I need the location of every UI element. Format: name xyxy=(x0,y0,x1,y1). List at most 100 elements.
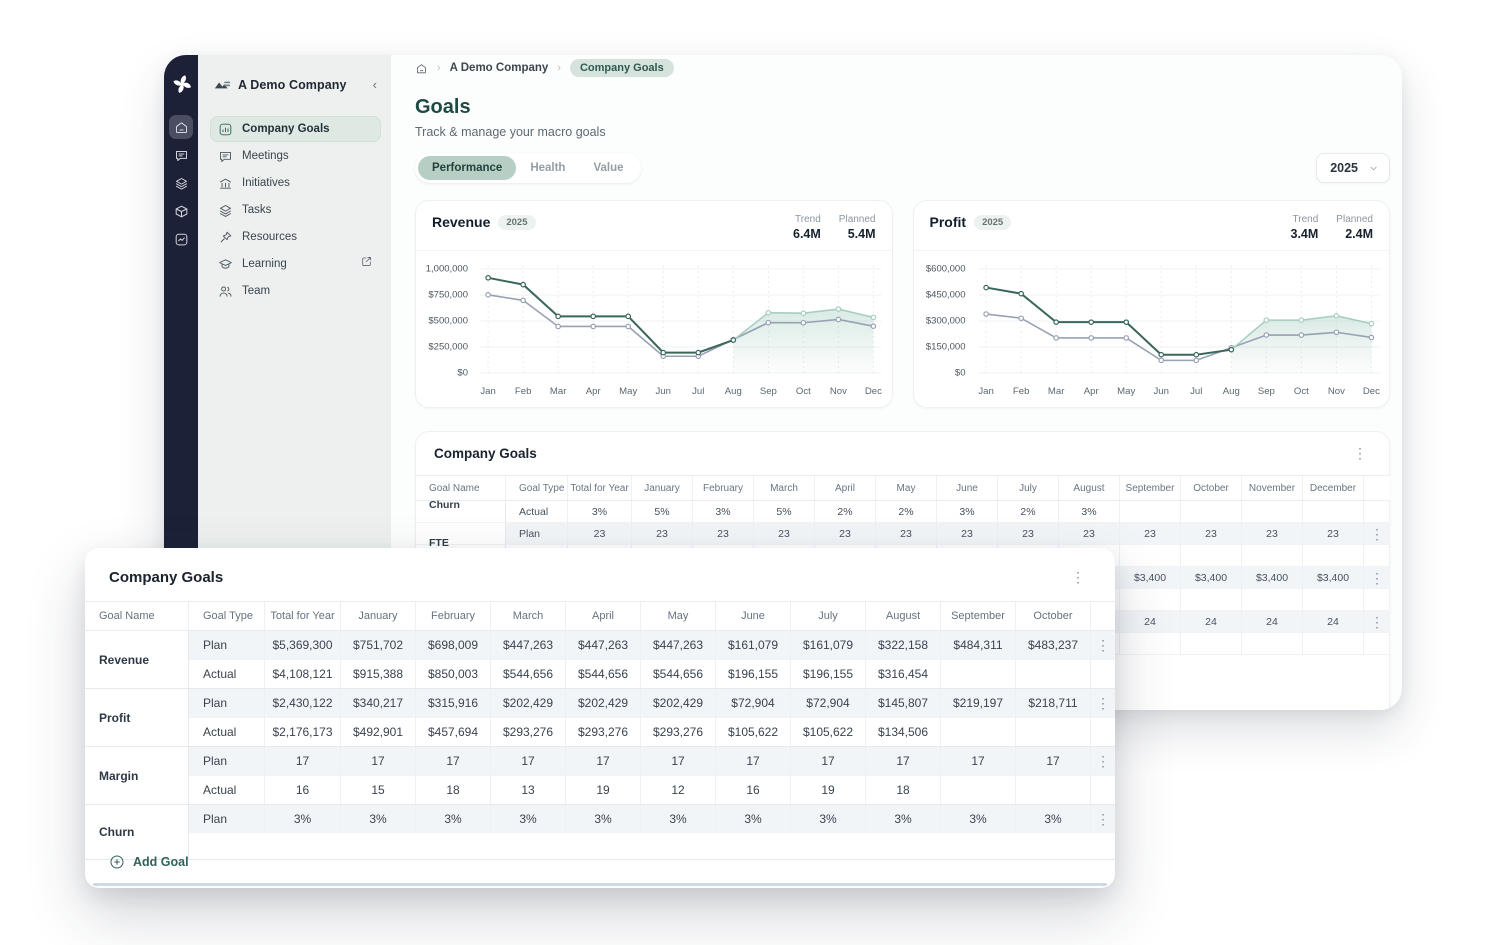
tab-health[interactable]: Health xyxy=(516,156,579,180)
tab-value[interactable]: Value xyxy=(579,156,637,180)
value-cell: $751,702 xyxy=(341,631,416,659)
chart-year-badge: 2025 xyxy=(498,214,536,230)
rail-item-analytics[interactable] xyxy=(169,227,193,251)
svg-text:Jun: Jun xyxy=(656,386,671,397)
year-select-value: 2025 xyxy=(1330,161,1358,175)
value-cell xyxy=(1303,545,1364,567)
value-cell: 3% xyxy=(937,501,998,523)
value-cell: $340,217 xyxy=(341,689,416,717)
value-cell: 19 xyxy=(791,776,866,804)
row-kebab-icon[interactable]: ⋮ xyxy=(1366,569,1388,587)
table-row: Plan 3% 3% 3% 3% 3% 3% 3% 3% 3% 3% 3% ⋮ xyxy=(189,805,1115,833)
value-cell: $457,694 xyxy=(416,718,491,746)
breadcrumb-home-icon[interactable] xyxy=(415,62,428,75)
bar-chart-icon xyxy=(219,123,232,135)
rail-item-messages[interactable] xyxy=(169,143,193,167)
goal-type-cell: Plan xyxy=(189,689,265,717)
kebab-menu-icon[interactable]: ⋮ xyxy=(1349,444,1371,462)
rail-item-home[interactable] xyxy=(169,115,193,139)
value-cell xyxy=(1120,501,1181,523)
sidebar-item-meetings[interactable]: Meetings xyxy=(210,143,381,169)
value-cell: $145,807 xyxy=(866,689,941,717)
page-title: Goals xyxy=(415,96,471,118)
row-kebab-icon[interactable]: ⋮ xyxy=(1092,810,1114,828)
value-cell: $484,311 xyxy=(941,631,1016,659)
column-header: April xyxy=(566,602,641,630)
value-cell: 23 xyxy=(1303,523,1364,545)
profit-line-chart: Jan Feb Mar Apr May Jun Jul Aug Sep Oct Nov Dec xyxy=(972,261,1382,403)
trend-value: 3.4M xyxy=(1290,227,1319,241)
sidebar-item-company-goals[interactable]: Company Goals xyxy=(210,116,381,142)
pinwheel-logo-icon xyxy=(173,75,191,93)
year-select[interactable]: 2025 xyxy=(1316,153,1390,183)
value-cell: 12 xyxy=(641,776,716,804)
svg-text:Jan: Jan xyxy=(978,386,993,397)
value-cell: 3% xyxy=(641,805,716,833)
column-header: August xyxy=(1059,476,1120,500)
sidebar-nav: Company Goals Meetings Initiatives Tasks… xyxy=(210,116,381,304)
sidebar-item-tasks[interactable]: Tasks xyxy=(210,197,381,223)
sidebar-item-label: Learning xyxy=(242,258,287,270)
value-cell: 23 xyxy=(632,523,693,545)
value-cell: 2% xyxy=(815,501,876,523)
value-cell: $105,622 xyxy=(716,718,791,746)
row-kebab-icon[interactable]: ⋮ xyxy=(1092,636,1114,654)
value-cell: 3% xyxy=(1016,805,1091,833)
horizontal-scrollbar[interactable] xyxy=(93,883,1107,886)
kebab-menu-icon[interactable]: ⋮ xyxy=(1067,568,1089,586)
column-header: Total for Year xyxy=(568,476,632,500)
home-icon xyxy=(175,121,187,133)
value-cell: $544,656 xyxy=(641,660,716,688)
value-cell: $483,237 xyxy=(1016,631,1091,659)
chart-title: Revenue xyxy=(432,214,491,230)
goal-name-cell: Profit xyxy=(85,689,189,746)
column-header: December xyxy=(1303,476,1364,500)
y-tick-label: $450,000 xyxy=(925,289,966,301)
goal-name-cell: Margin xyxy=(85,747,189,804)
tab-performance[interactable]: Performance xyxy=(418,156,517,180)
y-tick-label: $300,000 xyxy=(925,315,966,327)
external-link-icon xyxy=(360,255,373,273)
sidebar-item-initiatives[interactable]: Initiatives xyxy=(210,170,381,196)
value-cell: 2% xyxy=(876,501,937,523)
sidebar-item-resources[interactable]: Resources xyxy=(210,224,381,250)
row-kebab-icon[interactable]: ⋮ xyxy=(1366,613,1388,631)
value-cell: 24 xyxy=(1120,611,1181,633)
value-cell xyxy=(1016,718,1091,746)
add-goal-button[interactable]: Add Goal xyxy=(109,854,189,870)
column-header: May xyxy=(876,476,937,500)
planned-value: 2.4M xyxy=(1345,227,1373,241)
value-cell xyxy=(1242,589,1303,611)
sidebar-item-learning[interactable]: Learning xyxy=(210,251,381,277)
rail-item-package[interactable] xyxy=(169,199,193,223)
table-row: Plan $2,430,122 $340,217 $315,916 $202,429 $2… xyxy=(189,689,1115,717)
sidebar-item-label: Resources xyxy=(242,231,297,243)
goal-type-cell: Plan xyxy=(189,631,265,659)
value-cell: 23 xyxy=(693,523,754,545)
row-kebab-icon[interactable]: ⋮ xyxy=(1092,752,1114,770)
value-cell: 5% xyxy=(754,501,815,523)
value-cell: 17 xyxy=(265,747,341,775)
svg-text:Jan: Jan xyxy=(480,386,495,397)
breadcrumb-separator: › xyxy=(557,62,561,74)
value-cell xyxy=(1303,589,1364,611)
row-kebab-icon[interactable]: ⋮ xyxy=(1092,694,1114,712)
table-row: FTE Plan 23 23 23 23 23 23 23 23 23 23 23 23 23 ⋮ xyxy=(416,523,1390,549)
sidebar-collapse-icon[interactable]: ‹ xyxy=(373,77,381,92)
value-cell: $5,369,300 xyxy=(265,631,341,659)
breadcrumb-current[interactable]: Company Goals xyxy=(569,59,674,77)
value-cell: $293,276 xyxy=(566,718,641,746)
rail-item-layers[interactable] xyxy=(169,171,193,195)
value-cell: $202,429 xyxy=(566,689,641,717)
svg-text:Mar: Mar xyxy=(550,386,567,397)
planned-label: Planned xyxy=(1336,214,1373,225)
breadcrumb-company[interactable]: A Demo Company xyxy=(450,62,549,74)
sidebar-item-team[interactable]: Team xyxy=(210,278,381,304)
row-kebab-icon[interactable]: ⋮ xyxy=(1366,525,1388,543)
pushpin-icon xyxy=(220,231,232,242)
column-header: May xyxy=(641,602,716,630)
sidebar-item-label: Meetings xyxy=(242,150,289,162)
goal-block: Revenue Plan $5,369,300 $751,702 $698,009 $44… xyxy=(85,631,1115,689)
y-tick-label: $0 xyxy=(457,367,468,379)
company-switcher[interactable]: A Demo Company ‹ xyxy=(210,77,381,92)
